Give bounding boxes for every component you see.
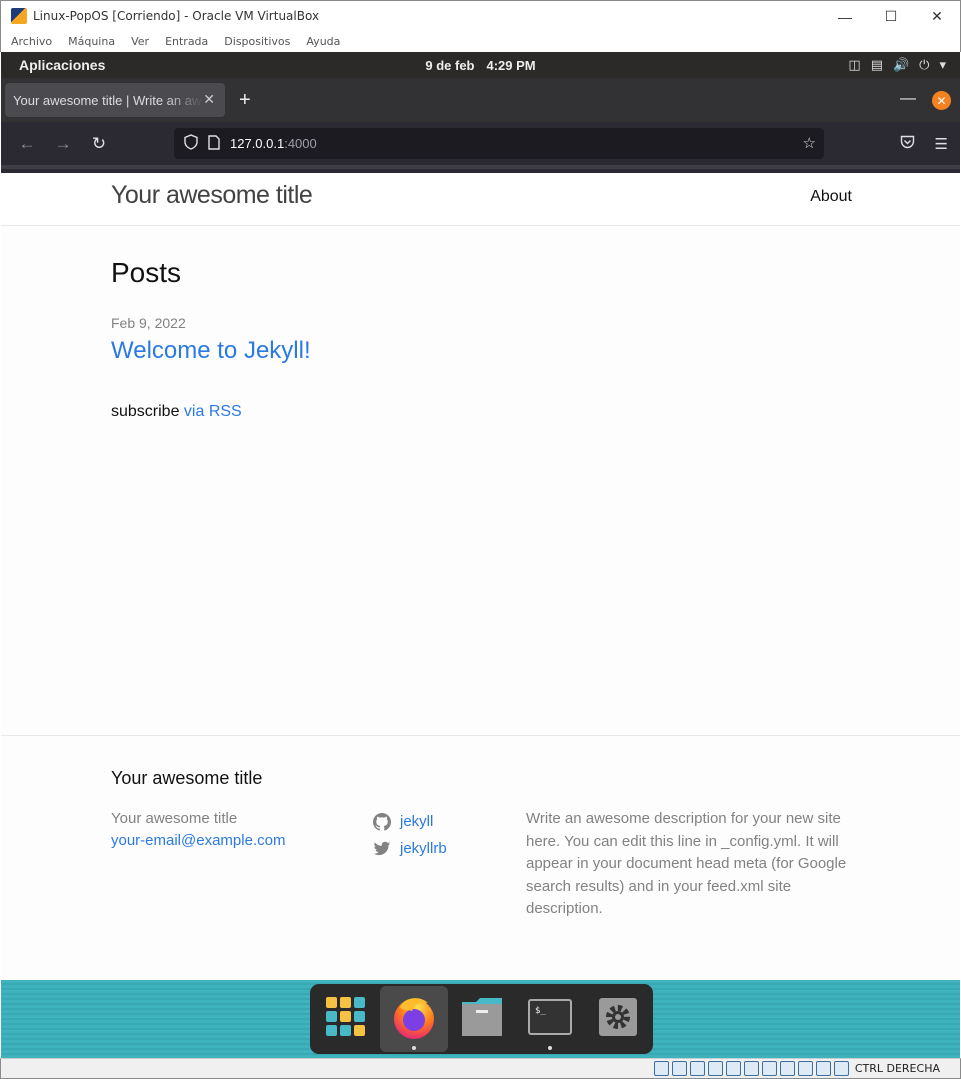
browser-tab[interactable]: Your awesome title | Write an awesome de… <box>5 83 225 117</box>
subscribe-text: subscribe via RSS <box>111 403 242 420</box>
footer-heading: Your awesome title <box>111 768 263 788</box>
post-date: Feb 9, 2022 <box>111 315 186 331</box>
dock-settings[interactable] <box>584 986 652 1052</box>
post-title-link[interactable]: Welcome to Jekyll! <box>111 337 311 365</box>
volume-icon[interactable]: 🔊 <box>893 57 909 73</box>
app-grid-icon <box>325 996 367 1043</box>
site-title-link[interactable]: Your awesome title <box>111 181 313 210</box>
reload-icon[interactable]: ↻ <box>81 134 117 154</box>
dock-files[interactable] <box>448 986 516 1052</box>
dock-app-grid[interactable] <box>312 986 380 1052</box>
menu-ver[interactable]: Ver <box>131 35 149 48</box>
minimize-button[interactable]: — <box>822 1 868 32</box>
firefox-icon <box>390 993 438 1046</box>
vbox-menubar: Archivo Máquina Ver Entrada Dispositivos… <box>0 31 961 52</box>
applications-button[interactable]: Aplicaciones <box>19 57 105 73</box>
footer-social: jekyll jekyllrb <box>373 808 447 862</box>
back-icon[interactable]: ← <box>9 134 45 154</box>
chevron-down-icon[interactable]: ▾ <box>939 57 946 73</box>
menu-entrada[interactable]: Entrada <box>165 35 208 48</box>
files-icon <box>460 996 504 1043</box>
cpu-icon[interactable] <box>797 1061 813 1076</box>
audio-icon[interactable] <box>689 1061 705 1076</box>
nav-about-link[interactable]: About <box>810 188 852 206</box>
firefox-navbar: ← → ↻ 127.0.0.1:4000 ☆ ☰ <box>1 122 960 165</box>
settings-icon <box>598 997 638 1042</box>
svg-text:$_: $_ <box>535 1006 546 1016</box>
forward-icon[interactable]: → <box>45 134 81 154</box>
terminal-icon: $_ <box>528 998 572 1040</box>
virtualbox-icon <box>11 8 27 24</box>
maximize-button[interactable]: ☐ <box>868 1 914 32</box>
shared-folders-icon[interactable] <box>743 1061 759 1076</box>
display-icon[interactable]: ◫ <box>848 57 860 73</box>
running-indicator <box>548 1046 552 1050</box>
system-tray: ◫ ▤ 🔊 ⏻ ▾ <box>848 52 946 78</box>
firefox-tabbar: Your awesome title | Write an awesome de… <box>1 78 960 122</box>
menu-maquina[interactable]: Máquina <box>68 35 115 48</box>
usb-icon[interactable] <box>725 1061 741 1076</box>
footer-name: Your awesome title <box>111 810 238 827</box>
dock-firefox[interactable] <box>380 986 448 1052</box>
github-icon <box>373 812 391 831</box>
bookmark-star-icon[interactable]: ☆ <box>803 134 816 152</box>
site-header: Your awesome title About <box>1 169 960 226</box>
rss-link[interactable]: via RSS <box>184 403 242 420</box>
mouse-integration-icon[interactable] <box>815 1061 831 1076</box>
site-description: Write an awesome description for your ne… <box>526 810 847 917</box>
clock[interactable]: 9 de feb 4:29 PM <box>1 58 960 73</box>
window-title: Linux-PopOS [Corriendo] - Oracle VM Virt… <box>33 9 320 23</box>
firefox-minimize-icon[interactable]: — <box>900 90 916 108</box>
github-link[interactable]: jekyll <box>373 808 447 835</box>
recording-icon[interactable] <box>779 1061 795 1076</box>
menu-dispositivos[interactable]: Dispositivos <box>224 35 290 48</box>
dock: $_ <box>310 984 653 1054</box>
site-footer: Your awesome title Your awesome title yo… <box>1 735 960 980</box>
url-text: 127.0.0.1:4000 <box>230 136 317 151</box>
menu-archivo[interactable]: Archivo <box>11 35 52 48</box>
footer-contact: Your awesome title your-email@example.co… <box>111 808 285 852</box>
new-tab-icon[interactable]: + <box>239 89 251 112</box>
optical-drive-icon[interactable] <box>671 1061 687 1076</box>
display-icon[interactable] <box>761 1061 777 1076</box>
keyboard-capture-icon[interactable] <box>833 1061 849 1076</box>
page-heading: Posts <box>111 257 182 288</box>
page-icon <box>208 134 220 153</box>
clock-time: 4:29 PM <box>486 57 536 73</box>
power-icon[interactable]: ⏻ <box>919 57 929 73</box>
dock-terminal[interactable]: $_ <box>516 986 584 1052</box>
clock-date: 9 de feb <box>425 57 475 73</box>
shield-icon[interactable] <box>184 134 198 153</box>
vbox-titlebar: Linux-PopOS [Corriendo] - Oracle VM Virt… <box>0 0 961 31</box>
twitter-link[interactable]: jekyllrb <box>373 835 447 862</box>
tab-close-icon[interactable]: ✕ <box>203 91 215 108</box>
hard-disk-icon[interactable] <box>653 1061 669 1076</box>
github-username: jekyll <box>400 813 434 830</box>
firefox-close-icon[interactable]: ✕ <box>932 91 951 110</box>
twitter-username: jekyllrb <box>400 840 447 857</box>
twitter-icon <box>373 840 391 858</box>
web-page: Your awesome title About Posts Feb 9, 20… <box>1 169 960 980</box>
gnome-top-bar: Aplicaciones 9 de feb 4:29 PM ◫ ▤ 🔊 ⏻ ▾ <box>1 52 960 78</box>
vbox-statusbar: CTRL DERECHA <box>0 1058 961 1079</box>
network-adapter-icon[interactable] <box>707 1061 723 1076</box>
tab-title: Your awesome title | Write an awesome de… <box>13 92 203 108</box>
network-icon[interactable]: ▤ <box>871 57 883 73</box>
pocket-icon[interactable] <box>900 135 915 153</box>
close-button[interactable]: ✕ <box>914 1 960 32</box>
desktop-background: $_ <box>1 980 960 1058</box>
url-bar[interactable]: 127.0.0.1:4000 ☆ <box>174 128 824 159</box>
host-key-label: CTRL DERECHA <box>854 1062 940 1075</box>
menu-ayuda[interactable]: Ayuda <box>306 35 340 48</box>
running-indicator <box>412 1046 416 1050</box>
hamburger-menu-icon[interactable]: ☰ <box>935 135 948 153</box>
footer-email-link[interactable]: your-email@example.com <box>111 830 285 852</box>
